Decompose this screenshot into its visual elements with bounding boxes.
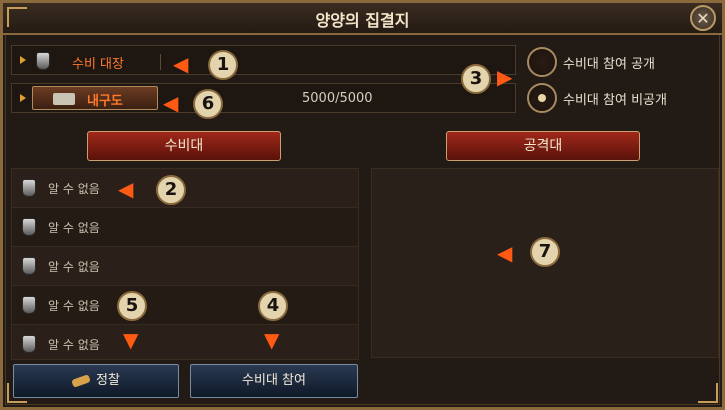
- radio-public[interactable]: 수비대 참여 공개: [527, 47, 717, 77]
- member-name: 알 수 없음: [48, 338, 100, 352]
- annotation-arrow-icon: ◀: [173, 52, 189, 76]
- list-item[interactable]: 알 수 없음: [12, 208, 358, 247]
- annotation-arrow-icon: ◀: [163, 91, 179, 115]
- member-name: 알 수 없음: [48, 221, 100, 235]
- shield-icon: [36, 52, 50, 70]
- list-item[interactable]: 알 수 없음: [12, 286, 358, 325]
- shield-icon: [22, 257, 36, 275]
- corner-ornament: [698, 383, 718, 403]
- telescope-icon: [71, 373, 91, 388]
- member-name: 알 수 없음: [48, 299, 100, 313]
- shield-icon: [22, 218, 36, 236]
- member-name: 알 수 없음: [48, 260, 100, 274]
- shield-icon: [22, 335, 36, 353]
- close-icon[interactable]: ✕: [690, 5, 716, 31]
- radio-private-icon[interactable]: [527, 83, 557, 113]
- list-item[interactable]: 알 수 없음: [12, 247, 358, 286]
- annotation-arrow-icon: ◀: [497, 241, 513, 265]
- annotation-arrow-icon: ▼: [123, 328, 139, 352]
- member-name: 알 수 없음: [48, 182, 100, 196]
- list-item[interactable]: 알 수 없음: [12, 325, 358, 359]
- annotation-badge: 7: [530, 237, 560, 267]
- annotation-badge: 1: [208, 50, 238, 80]
- join-label: 수비대 참여: [242, 373, 306, 388]
- expand-arrow-icon: [20, 56, 26, 64]
- scout-label: 정찰: [96, 373, 120, 388]
- annotation-arrow-icon: ◀: [118, 177, 134, 201]
- radio-private[interactable]: 수비대 참여 비공개: [527, 83, 717, 113]
- scout-button[interactable]: 정찰: [13, 364, 179, 398]
- annotation-badge: 4: [258, 291, 288, 321]
- scroll-icon: [53, 93, 75, 105]
- shield-icon: [22, 296, 36, 314]
- radio-private-label: 수비대 참여 비공개: [563, 93, 667, 108]
- annotation-arrow-icon: ▼: [264, 328, 280, 352]
- defense-captain-row[interactable]: 수비 대장: [11, 45, 516, 75]
- durability-button[interactable]: 내구도: [32, 86, 158, 110]
- annotation-badge: 2: [156, 175, 186, 205]
- annotation-arrow-icon: ▶: [497, 65, 513, 89]
- radio-public-label: 수비대 참여 공개: [563, 57, 655, 72]
- expand-arrow-icon: [20, 94, 26, 102]
- divider: [160, 54, 161, 70]
- defense-list: 알 수 없음 알 수 없음 알 수 없음 알 수 없음 알 수 없음: [11, 168, 359, 360]
- join-defense-button[interactable]: 수비대 참여: [190, 364, 358, 398]
- durability-label: 내구도: [87, 94, 123, 109]
- tab-defense[interactable]: 수비대: [87, 131, 281, 161]
- tab-attack[interactable]: 공격대: [446, 131, 640, 161]
- window-title: 양양의 집결지: [315, 11, 410, 30]
- annotation-badge: 3: [461, 64, 491, 94]
- title-bar: 양양의 집결지 ✕: [3, 3, 722, 35]
- shield-icon: [22, 179, 36, 197]
- captain-label: 수비 대장: [72, 57, 124, 72]
- annotation-badge: 6: [193, 89, 223, 119]
- durability-value: 5000/5000: [302, 91, 373, 106]
- annotation-badge: 5: [117, 291, 147, 321]
- durability-row: 내구도 5000/5000: [11, 83, 516, 113]
- radio-public-icon[interactable]: [527, 47, 557, 77]
- corner-ornament: [7, 7, 27, 27]
- rally-point-window: 양양의 집결지 ✕ 수비 대장 내구도 5000/5000 수비대 참여 공개 …: [0, 0, 725, 410]
